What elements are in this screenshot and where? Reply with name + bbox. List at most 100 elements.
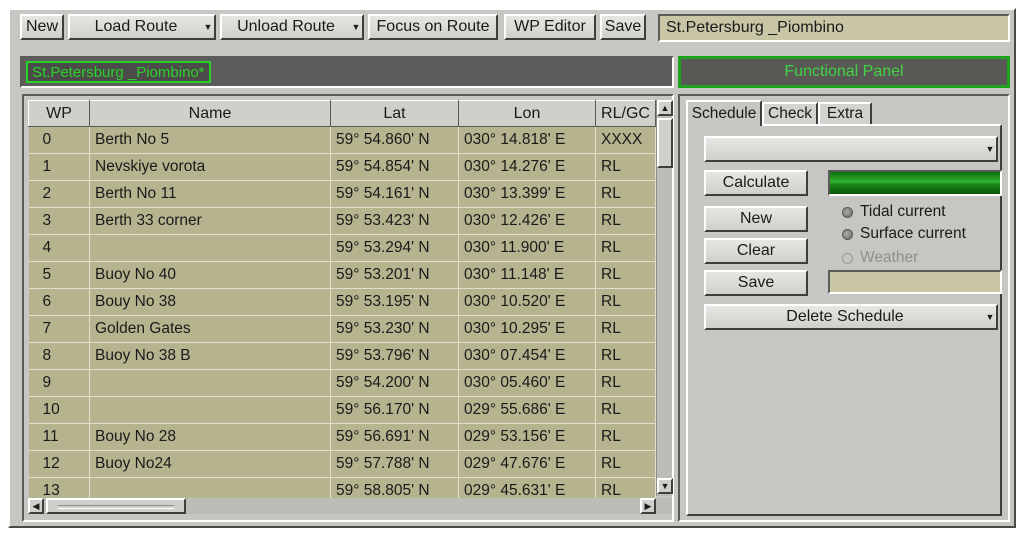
horizontal-scrollbar[interactable]: ◀ ▶ bbox=[28, 498, 672, 514]
rl-gc-cell[interactable]: XXXX bbox=[595, 126, 656, 154]
wp-cell[interactable]: 12 bbox=[28, 450, 90, 478]
scroll-right-button[interactable]: ▶ bbox=[640, 498, 656, 514]
rl-gc-cell[interactable]: RL bbox=[595, 234, 656, 262]
rl-gc-cell[interactable]: RL bbox=[595, 423, 656, 451]
table-row[interactable]: 10 59° 56.170' N 029° 55.686' E RL bbox=[28, 396, 656, 424]
name-cell[interactable]: Berth No 5 bbox=[89, 126, 331, 154]
lon-cell[interactable]: 030° 11.148' E bbox=[458, 261, 596, 289]
name-cell[interactable] bbox=[89, 234, 331, 262]
column-header-rl-gc[interactable]: RL/GC bbox=[595, 100, 656, 127]
table-row[interactable]: 2 Berth No 11 59° 54.161' N 030° 13.399' ER… bbox=[28, 180, 656, 208]
name-cell[interactable] bbox=[89, 369, 331, 397]
rl-gc-cell[interactable]: RL bbox=[595, 261, 656, 289]
column-header-lon[interactable]: Lon bbox=[458, 100, 596, 127]
lon-cell[interactable]: 030° 12.426' E bbox=[458, 207, 596, 235]
name-cell[interactable]: Buoy No 38 B bbox=[89, 342, 331, 370]
lat-cell[interactable]: 59° 53.796' N bbox=[330, 342, 459, 370]
scroll-up-button[interactable]: ▲ bbox=[657, 100, 673, 116]
new-schedule-button[interactable]: New bbox=[704, 206, 808, 232]
clear-schedule-button[interactable]: Clear bbox=[704, 238, 808, 264]
table-row[interactable]: 8 Buoy No 38 B 59° 53.796' N 030° 07.454' E… bbox=[28, 342, 656, 370]
lon-cell[interactable]: 030° 10.295' E bbox=[458, 315, 596, 343]
wp-cell[interactable]: 10 bbox=[28, 396, 90, 424]
rl-gc-cell[interactable]: RL bbox=[595, 180, 656, 208]
table-row[interactable]: 1 Nevskiye vorota 59° 54.854' N 030° 14.276… bbox=[28, 153, 656, 181]
lat-cell[interactable]: 59° 54.200' N bbox=[330, 369, 459, 397]
scroll-left-button[interactable]: ◀ bbox=[28, 498, 44, 514]
lat-cell[interactable]: 59° 53.423' N bbox=[330, 207, 459, 235]
route-name-field[interactable]: St.Petersburg _Piombino bbox=[658, 14, 1010, 42]
lat-cell[interactable]: 59° 56.691' N bbox=[330, 423, 459, 451]
lat-cell[interactable]: 59° 57.788' N bbox=[330, 450, 459, 478]
rl-gc-cell[interactable]: RL bbox=[595, 153, 656, 181]
lat-cell[interactable]: 59° 54.854' N bbox=[330, 153, 459, 181]
lon-cell[interactable]: 030° 11.900' E bbox=[458, 234, 596, 262]
wp-cell[interactable]: 11 bbox=[28, 423, 90, 451]
lon-cell[interactable]: 029° 47.676' E bbox=[458, 450, 596, 478]
tab-schedule[interactable]: Schedule bbox=[686, 100, 762, 126]
table-row[interactable]: 4 59° 53.294' N 030° 11.900' E RL bbox=[28, 234, 656, 262]
column-header-lat[interactable]: Lat bbox=[330, 100, 459, 127]
save-route-button[interactable]: Save bbox=[600, 14, 646, 40]
lon-cell[interactable]: 030° 14.818' E bbox=[458, 126, 596, 154]
name-cell[interactable] bbox=[89, 396, 331, 424]
vertical-scroll-thumb[interactable] bbox=[657, 118, 673, 168]
rl-gc-cell[interactable]: RL bbox=[595, 342, 656, 370]
name-cell[interactable]: Bouy No 38 bbox=[89, 288, 331, 316]
table-row[interactable]: 3 Berth 33 corner 59° 53.423' N 030° 12.426… bbox=[28, 207, 656, 235]
save-schedule-button[interactable]: Save bbox=[704, 270, 808, 296]
wp-cell[interactable]: 8 bbox=[28, 342, 90, 370]
name-cell[interactable]: Nevskiye vorota bbox=[89, 153, 331, 181]
lat-cell[interactable]: 59° 53.294' N bbox=[330, 234, 459, 262]
tab-check[interactable]: Check bbox=[762, 102, 818, 124]
wp-cell[interactable]: 6 bbox=[28, 288, 90, 316]
name-cell[interactable]: Berth 33 corner bbox=[89, 207, 331, 235]
table-row[interactable]: 12 Buoy No24 59° 57.788' N 029° 47.676' E RL bbox=[28, 450, 656, 478]
table-row[interactable]: 0 Berth No 5 59° 54.860' N 030° 14.818' E XX… bbox=[28, 126, 656, 154]
lat-cell[interactable]: 59° 53.201' N bbox=[330, 261, 459, 289]
lat-cell[interactable]: 59° 53.195' N bbox=[330, 288, 459, 316]
wp-cell[interactable]: 4 bbox=[28, 234, 90, 262]
wp-editor-button[interactable]: WP Editor bbox=[504, 14, 596, 40]
load-route-dropdown[interactable]: Load Route ▼ bbox=[68, 14, 216, 40]
name-cell[interactable]: Buoy No 40 bbox=[89, 261, 331, 289]
table-row[interactable]: 6 Bouy No 38 59° 53.195' N 030° 10.520' E RL bbox=[28, 288, 656, 316]
tidal-current-option[interactable]: Tidal current bbox=[842, 202, 946, 222]
lat-cell[interactable]: 59° 56.170' N bbox=[330, 396, 459, 424]
unload-route-dropdown[interactable]: Unload Route ▼ bbox=[220, 14, 364, 40]
tab-extra[interactable]: Extra bbox=[818, 102, 872, 124]
weather-option[interactable]: Weather bbox=[842, 248, 918, 268]
wp-cell[interactable]: 3 bbox=[28, 207, 90, 235]
lat-cell[interactable]: 59° 54.860' N bbox=[330, 126, 459, 154]
functional-panel-header[interactable]: Functional Panel bbox=[678, 56, 1010, 88]
wp-cell[interactable]: 1 bbox=[28, 153, 90, 181]
rl-gc-cell[interactable]: RL bbox=[595, 315, 656, 343]
lon-cell[interactable]: 029° 55.686' E bbox=[458, 396, 596, 424]
lat-cell[interactable]: 59° 53.230' N bbox=[330, 315, 459, 343]
surface-current-option[interactable]: Surface current bbox=[842, 224, 966, 244]
rl-gc-cell[interactable]: RL bbox=[595, 369, 656, 397]
wp-cell[interactable]: 0 bbox=[28, 126, 90, 154]
calculate-button[interactable]: Calculate bbox=[704, 170, 808, 196]
new-route-button[interactable]: New bbox=[20, 14, 64, 40]
lon-cell[interactable]: 030° 13.399' E bbox=[458, 180, 596, 208]
table-row[interactable]: 9 59° 54.200' N 030° 05.460' E RL bbox=[28, 369, 656, 397]
rl-gc-cell[interactable]: RL bbox=[595, 207, 656, 235]
lat-cell[interactable]: 59° 54.161' N bbox=[330, 180, 459, 208]
lon-cell[interactable]: 030° 14.276' E bbox=[458, 153, 596, 181]
lon-cell[interactable]: 030° 07.454' E bbox=[458, 342, 596, 370]
vertical-scrollbar[interactable]: ▲ ▼ bbox=[656, 100, 673, 496]
name-cell[interactable]: Bouy No 28 bbox=[89, 423, 331, 451]
name-cell[interactable]: Buoy No24 bbox=[89, 450, 331, 478]
lon-cell[interactable]: 030° 05.460' E bbox=[458, 369, 596, 397]
lon-cell[interactable]: 030° 10.520' E bbox=[458, 288, 596, 316]
name-cell[interactable]: Berth No 11 bbox=[89, 180, 331, 208]
rl-gc-cell[interactable]: RL bbox=[595, 450, 656, 478]
table-row[interactable]: 5 Buoy No 40 59° 53.201' N 030° 11.148' E RL bbox=[28, 261, 656, 289]
table-row[interactable]: 7 Golden Gates 59° 53.230' N 030° 10.295' E… bbox=[28, 315, 656, 343]
wp-cell[interactable]: 2 bbox=[28, 180, 90, 208]
wp-cell[interactable]: 5 bbox=[28, 261, 90, 289]
column-header-name[interactable]: Name bbox=[89, 100, 331, 127]
wp-cell[interactable]: 7 bbox=[28, 315, 90, 343]
rl-gc-cell[interactable]: RL bbox=[595, 396, 656, 424]
